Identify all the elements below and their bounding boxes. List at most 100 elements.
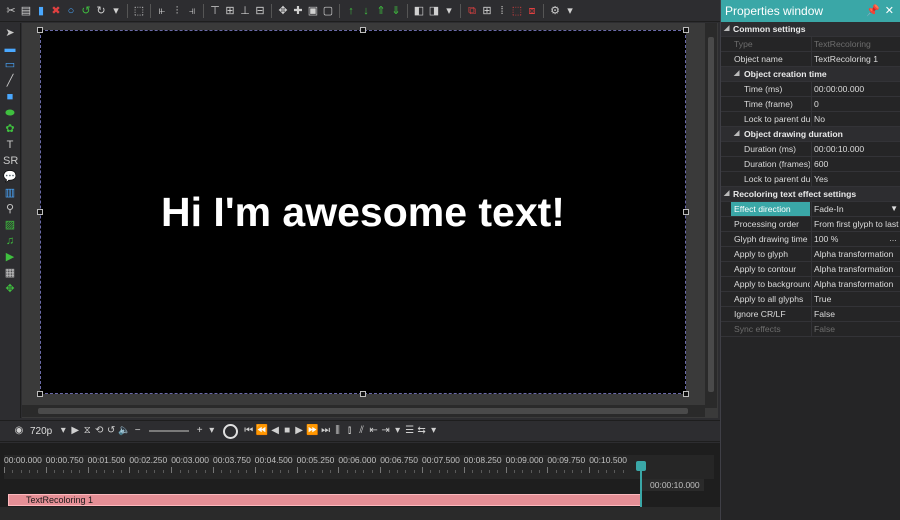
rectangle-icon[interactable]: ■ xyxy=(3,90,17,104)
resize-handle[interactable] xyxy=(683,209,689,215)
property-apply-contour[interactable]: Apply to contour Alpha transformation xyxy=(721,262,900,277)
repeat-icon[interactable]: ⟲ xyxy=(94,424,104,438)
record-icon[interactable]: ▶ xyxy=(70,424,80,438)
scene-canvas[interactable]: Hi I'm awesome text! xyxy=(37,27,689,397)
property-value[interactable]: 0 xyxy=(811,97,900,111)
fit-icon[interactable]: ▣ xyxy=(306,4,320,18)
horizontal-scroll-thumb[interactable] xyxy=(38,408,688,414)
category-drawing-duration[interactable]: ◢ Object drawing duration xyxy=(721,127,900,142)
line-icon[interactable]: ╱ xyxy=(3,74,17,88)
scene-text-object[interactable]: Hi I'm awesome text! xyxy=(41,31,685,393)
property-effect-direction[interactable]: Effect direction Fade-In ▼ xyxy=(721,202,900,217)
fast-forward-icon[interactable]: ⏩ xyxy=(306,424,318,438)
property-apply-glyph[interactable]: Apply to glyph Alpha transformation xyxy=(721,247,900,262)
safe-area-icon[interactable]: ⬚ xyxy=(510,4,524,18)
resize-handle[interactable] xyxy=(683,391,689,397)
shape-icon[interactable]: ✿ xyxy=(3,122,17,136)
property-value[interactable]: Alpha transformation xyxy=(811,262,900,276)
video-icon[interactable]: ▶ xyxy=(3,250,17,264)
pin-icon[interactable]: 📌 xyxy=(866,4,880,17)
send-back-icon[interactable]: ⇓ xyxy=(389,4,403,18)
collapse-icon[interactable]: ◢ xyxy=(734,127,739,141)
layers-icon[interactable]: ☰ xyxy=(405,424,415,438)
timeline-panel[interactable]: 00:00.000 00:00.750 00:01.500 00:02.250 00:0… xyxy=(0,443,720,520)
resize-handle[interactable] xyxy=(37,27,43,33)
collapse-icon[interactable]: ◢ xyxy=(734,67,739,81)
collapse-icon[interactable]: ◢ xyxy=(724,187,729,201)
volume-minus-icon[interactable]: − xyxy=(133,424,143,438)
go-end-icon[interactable]: ⏭ xyxy=(321,424,331,438)
align-center-icon[interactable]: ⫶ xyxy=(170,4,184,18)
quality-selector[interactable]: 720p xyxy=(30,426,52,437)
delete-icon[interactable]: ✖ xyxy=(49,4,63,18)
image-icon[interactable]: ▨ xyxy=(3,218,17,232)
property-apply-background[interactable]: Apply to background Alpha transformation xyxy=(721,277,900,292)
align-layers-icon[interactable]: ⇆ xyxy=(417,424,427,438)
timeline-ruler[interactable]: 00:00.000 00:00.750 00:01.500 00:02.250 00:0… xyxy=(4,455,714,479)
category-recoloring-settings[interactable]: ◢ Recoloring text effect settings xyxy=(721,187,900,202)
property-apply-all-glyphs[interactable]: Apply to all glyphs True xyxy=(721,292,900,307)
paste-icon[interactable]: ▮ xyxy=(34,4,48,18)
property-value[interactable]: Alpha transformation xyxy=(811,277,900,291)
property-time-frame[interactable]: Time (frame) 0 xyxy=(721,97,900,112)
collapse-icon[interactable]: ◢ xyxy=(724,22,729,36)
property-value[interactable]: Alpha transformation xyxy=(811,247,900,261)
vertical-scroll-thumb[interactable] xyxy=(708,37,714,392)
property-value[interactable]: Yes xyxy=(811,172,900,186)
property-value[interactable]: From first glyph to last xyxy=(811,217,900,231)
property-value[interactable]: 100 % xyxy=(811,232,900,246)
play-icon[interactable]: ▶ xyxy=(294,424,304,438)
resize-handle[interactable] xyxy=(37,209,43,215)
resize-handle[interactable] xyxy=(37,391,43,397)
resize-handle[interactable] xyxy=(360,27,366,33)
ungroup-icon[interactable]: ◨ xyxy=(427,4,441,18)
rewind-cycle-icon[interactable]: ↺ xyxy=(106,424,116,438)
close-icon[interactable]: ✕ xyxy=(885,4,894,17)
timeline-scrollbar[interactable] xyxy=(0,507,720,520)
frame-icon[interactable]: ⧈ xyxy=(525,4,539,18)
copy-icon[interactable]: ▤ xyxy=(19,4,33,18)
property-value[interactable]: 00:00:10.000 xyxy=(811,142,900,156)
settings-icon[interactable]: ⚙ xyxy=(548,4,562,18)
property-processing-order[interactable]: Processing order From first glyph to las… xyxy=(721,217,900,232)
chart-icon[interactable]: ▥ xyxy=(3,186,17,200)
stretch-icon[interactable]: ▢ xyxy=(321,4,335,18)
quality-dropdown-icon[interactable]: ▾ xyxy=(58,424,68,438)
grid-icon[interactable]: ⊞ xyxy=(480,4,494,18)
playhead-handle[interactable] xyxy=(636,461,646,471)
property-lock-parent-creation[interactable]: Lock to parent du No xyxy=(721,112,900,127)
ellipse-icon[interactable]: ⬬ xyxy=(3,106,17,120)
speech-bubble-icon[interactable]: 💬 xyxy=(3,170,17,184)
property-time-ms[interactable]: Time (ms) 00:00:00.000 xyxy=(721,82,900,97)
undo-icon[interactable]: ↺ xyxy=(79,4,93,18)
ellipsis-icon[interactable]: … xyxy=(889,232,897,246)
vertical-scrollbar[interactable] xyxy=(705,23,717,408)
go-start-icon[interactable]: ⏮ xyxy=(244,424,254,438)
snap-icon[interactable]: ⧉ xyxy=(465,4,479,18)
text-icon[interactable]: T xyxy=(3,138,17,152)
dotted-grid-icon[interactable]: ⁞ xyxy=(495,4,509,18)
distribute-icon[interactable]: ⊟ xyxy=(253,4,267,18)
group-dropdown-icon[interactable]: ▾ xyxy=(442,4,456,18)
property-object-name[interactable]: Object name TextRecoloring 1 xyxy=(721,52,900,67)
align-bottom-icon[interactable]: ⊥ xyxy=(238,4,252,18)
volume-slider[interactable] xyxy=(148,430,189,432)
loop-icon[interactable]: ⧖ xyxy=(82,424,92,438)
property-duration-ms[interactable]: Duration (ms) 00:00:10.000 xyxy=(721,142,900,157)
align-middle-icon[interactable]: ⊞ xyxy=(223,4,237,18)
category-common-settings[interactable]: ◢ Common settings xyxy=(721,22,900,37)
figure-icon[interactable]: ⚲ xyxy=(3,202,17,216)
category-creation-time[interactable]: ◢ Object creation time xyxy=(721,67,900,82)
property-ignore-crlf[interactable]: Ignore CR/LF False xyxy=(721,307,900,322)
volume-icon[interactable]: 🔈 xyxy=(118,424,130,438)
step-back-icon[interactable]: ◀ xyxy=(270,424,280,438)
property-glyph-drawing-time[interactable]: Glyph drawing time 100 % … xyxy=(721,232,900,247)
center-icon[interactable]: ✚ xyxy=(291,4,305,18)
preview-eye-icon[interactable]: ◉ xyxy=(14,424,24,438)
volume-dropdown-icon[interactable]: ▾ xyxy=(207,424,217,438)
sprite-icon[interactable]: ▭ xyxy=(3,58,17,72)
jump-icon[interactable]: ⇥ xyxy=(381,424,391,438)
property-value[interactable]: 00:00:00.000 xyxy=(811,82,900,96)
insert-icon[interactable]: ⇤ xyxy=(369,424,379,438)
motion-icon[interactable]: ✥ xyxy=(3,282,17,296)
